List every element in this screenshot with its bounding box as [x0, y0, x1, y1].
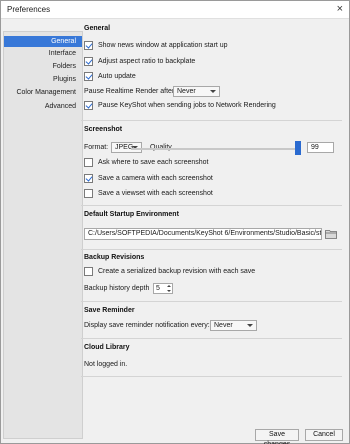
sidebar-item-folders[interactable]: Folders — [2, 63, 76, 70]
create-backup-checkbox[interactable] — [84, 267, 93, 276]
save-camera-label: Save a camera with each screenshot — [98, 175, 213, 182]
ask-where-label: Ask where to save each screenshot — [98, 159, 209, 166]
backup-depth-label: Backup history depth — [84, 285, 150, 292]
divider — [81, 338, 342, 339]
auto-update-checkbox[interactable] — [84, 72, 93, 81]
chevron-down-icon — [247, 324, 253, 327]
close-icon[interactable]: × — [337, 3, 343, 15]
reminder-label: Display save reminder notification every… — [84, 322, 210, 329]
auto-update-label: Auto update — [98, 73, 136, 80]
sidebar-item-advanced[interactable]: Advanced — [2, 103, 76, 110]
screenshot-section-title: Screenshot — [84, 126, 123, 133]
create-backup-option[interactable]: Create a serialized backup revision with… — [84, 266, 255, 277]
sidebar-item-plugins[interactable]: Plugins — [2, 76, 76, 83]
reminder-value: Never — [214, 322, 233, 329]
backup-depth-value: 5 — [156, 285, 160, 292]
window-title: Preferences — [7, 5, 51, 14]
save-camera-checkbox[interactable] — [84, 174, 93, 183]
create-backup-label: Create a serialized backup revision with… — [98, 268, 256, 275]
sidebar-item-color-management[interactable]: Color Management — [2, 89, 76, 96]
show-news-checkbox[interactable] — [84, 41, 93, 50]
pause-realtime-label: Pause Realtime Render after: — [84, 88, 177, 95]
format-label: Format: — [84, 144, 109, 151]
pause-keyshot-option[interactable]: Pause KeyShot when sending jobs to Netwo… — [84, 100, 276, 111]
backup-depth-stepper[interactable]: 5 — [153, 283, 173, 294]
divider — [81, 205, 342, 206]
show-news-label: Show news window at application start up — [98, 42, 228, 49]
save-viewset-checkbox[interactable] — [84, 189, 93, 198]
pause-keyshot-label: Pause KeyShot when sending jobs to Netwo… — [98, 102, 276, 109]
ask-where-checkbox[interactable] — [84, 158, 93, 167]
save-camera-option[interactable]: Save a camera with each screenshot — [84, 173, 213, 184]
divider — [81, 120, 342, 121]
auto-update-option[interactable]: Auto update — [84, 71, 136, 82]
aspect-ratio-label: Adjust aspect ratio to backplate — [98, 58, 196, 65]
sidebar: General Interface Folders Plugins Color … — [3, 31, 83, 439]
quality-slider-handle[interactable] — [295, 141, 301, 155]
startup-section-title: Default Startup Environment — [84, 211, 179, 218]
folder-icon[interactable] — [325, 229, 337, 239]
cloud-status: Not logged in. — [84, 361, 128, 368]
sidebar-item-interface[interactable]: Interface — [2, 50, 76, 57]
reminder-section-title: Save Reminder — [84, 307, 135, 314]
ask-where-option[interactable]: Ask where to save each screenshot — [84, 157, 209, 168]
title-bar: Preferences × — [1, 1, 349, 19]
sidebar-item-general[interactable]: General — [4, 36, 82, 47]
aspect-ratio-checkbox[interactable] — [84, 57, 93, 66]
pause-keyshot-checkbox[interactable] — [84, 101, 93, 110]
cancel-button[interactable]: Cancel — [305, 429, 343, 441]
chevron-down-icon — [210, 90, 216, 93]
reminder-select[interactable]: Never — [210, 320, 257, 331]
show-news-option[interactable]: Show news window at application start up — [84, 40, 228, 51]
save-viewset-option[interactable]: Save a viewset with each screenshot — [84, 188, 213, 199]
aspect-ratio-option[interactable]: Adjust aspect ratio to backplate — [84, 56, 195, 67]
pause-realtime-select[interactable]: Never — [173, 86, 220, 97]
divider — [81, 301, 342, 302]
divider — [81, 376, 342, 377]
save-viewset-label: Save a viewset with each screenshot — [98, 190, 213, 197]
stepper-down-icon[interactable] — [167, 290, 171, 292]
save-changes-button[interactable]: Save changes — [255, 429, 299, 444]
quality-slider[interactable] — [131, 148, 300, 150]
stepper-up-icon[interactable] — [167, 285, 171, 287]
general-section-title: General — [84, 25, 111, 32]
quality-input[interactable]: 99 — [307, 142, 334, 153]
divider — [81, 249, 342, 250]
pause-realtime-value: Never — [177, 88, 196, 95]
cloud-section-title: Cloud Library — [84, 344, 130, 351]
backup-section-title: Backup Revisions — [84, 254, 145, 261]
startup-path-input[interactable]: C:/Users/SOFTPEDIA/Documents/KeyShot 6/E… — [84, 228, 322, 240]
